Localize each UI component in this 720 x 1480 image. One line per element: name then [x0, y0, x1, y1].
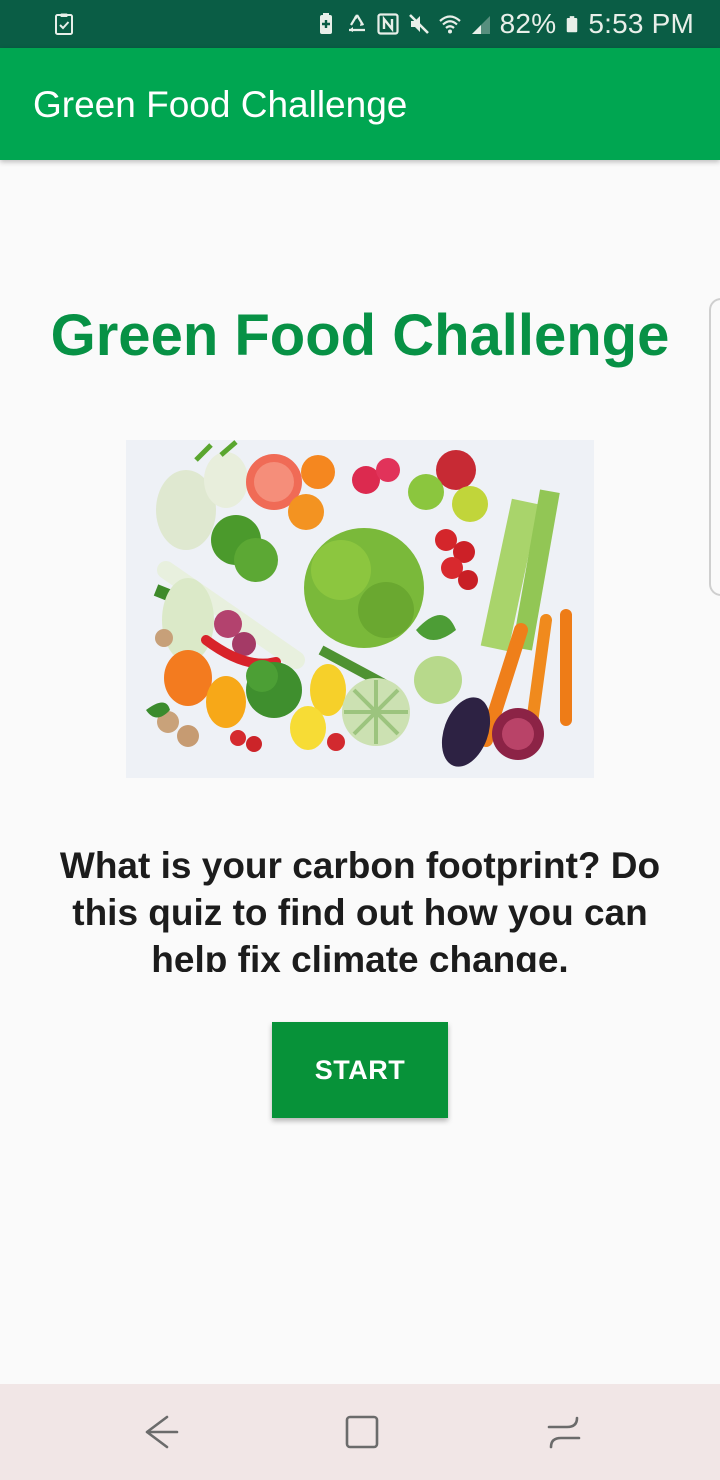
- battery-percent: 82%: [499, 8, 557, 39]
- signal-icon: [471, 16, 490, 34]
- app-bar-title: Green Food Challenge: [33, 84, 408, 125]
- status-bar: 82% 5:53 PM: [0, 0, 720, 48]
- battery-saver-icon: [319, 13, 332, 34]
- app-bar: Green Food Challenge: [0, 48, 720, 160]
- mute-icon: [408, 14, 429, 34]
- edge-panel-handle[interactable]: [709, 298, 720, 596]
- vegetables-image: [126, 440, 594, 778]
- back-icon[interactable]: [137, 1408, 185, 1456]
- home-icon[interactable]: [338, 1408, 386, 1456]
- clock: 5:53 PM: [588, 8, 694, 39]
- clipboard-check-icon: [55, 13, 73, 35]
- start-button[interactable]: START: [272, 1022, 448, 1118]
- battery-icon: [567, 16, 578, 33]
- navigation-bar: [0, 1384, 720, 1480]
- quiz-description: What is your carbon footprint? Do this q…: [59, 845, 661, 972]
- wifi-icon: [438, 15, 461, 34]
- nfc-icon: [377, 13, 399, 35]
- page-title: Green Food Challenge: [50, 303, 670, 368]
- recycle-icon: [348, 14, 365, 32]
- status-icons: 82% 5:53 PM: [314, 0, 694, 48]
- recents-icon[interactable]: [540, 1408, 588, 1456]
